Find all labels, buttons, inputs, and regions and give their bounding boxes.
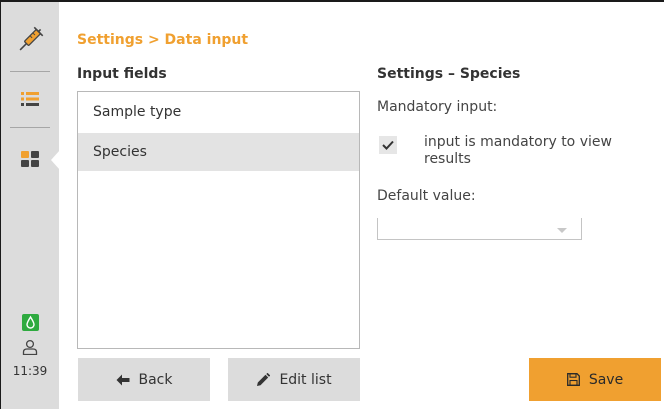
sidebar-divider: [10, 71, 50, 72]
mandatory-checkbox[interactable]: [379, 136, 397, 154]
edit-list-button[interactable]: Edit list: [228, 358, 360, 401]
floppy-disk-icon: [566, 373, 580, 386]
chevron-down-icon: [557, 228, 567, 233]
default-value-label: Default value:: [377, 188, 476, 204]
back-button-label: Back: [138, 371, 173, 388]
arrow-left-icon: [116, 374, 129, 385]
list-item[interactable]: Sample type: [78, 93, 359, 131]
back-button[interactable]: Back: [78, 358, 210, 401]
checkmark-icon: [382, 140, 394, 150]
drop-icon[interactable]: [1, 311, 59, 333]
active-indicator: [51, 150, 60, 170]
save-button[interactable]: Save: [529, 358, 661, 401]
edit-list-button-label: Edit list: [279, 371, 332, 388]
breadcrumb: Settings > Data input: [77, 32, 249, 48]
input-field-list: Sample type Species: [77, 91, 360, 349]
syringe-icon[interactable]: [1, 20, 59, 60]
mandatory-checkbox-label[interactable]: input is mandatory to view results: [424, 134, 634, 168]
mandatory-label: Mandatory input:: [377, 99, 498, 115]
clock: 11:39: [12, 364, 48, 378]
pencil-icon: [257, 372, 271, 386]
save-button-label: Save: [588, 371, 624, 388]
list-icon[interactable]: [1, 88, 59, 110]
user-icon[interactable]: [1, 336, 59, 358]
list-item[interactable]: Species: [78, 133, 359, 171]
settings-title: Settings – Species: [377, 66, 521, 82]
sidebar: 11:39: [1, 2, 60, 409]
sidebar-divider: [10, 127, 50, 128]
default-value-select[interactable]: [377, 218, 582, 240]
input-fields-title: Input fields: [77, 66, 167, 82]
